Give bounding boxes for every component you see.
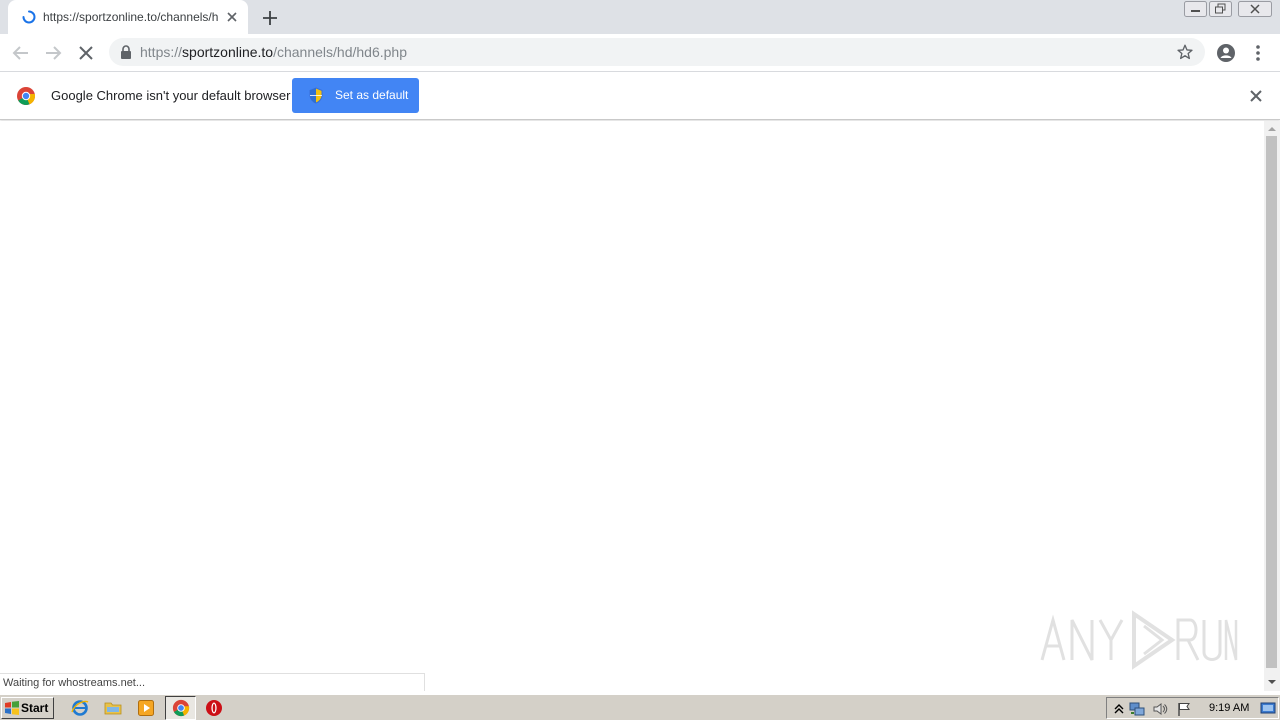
loading-spinner-icon — [22, 10, 36, 24]
infobar-message: Google Chrome isn't your default browser — [51, 88, 291, 103]
show-desktop-icon[interactable] — [1260, 700, 1276, 716]
vertical-scrollbar[interactable] — [1264, 121, 1280, 691]
url-path: /channels/hd/hd6.php — [273, 44, 407, 60]
taskbar-chrome-button[interactable] — [165, 696, 196, 720]
tab-active[interactable]: https://sportzonline.to/channels/hd/hd6.… — [8, 0, 248, 34]
clock[interactable]: 9:19 AM — [1209, 702, 1249, 715]
url-scheme: https:// — [140, 44, 183, 60]
bookmark-star-icon[interactable] — [1176, 43, 1194, 61]
start-button[interactable]: Start — [1, 697, 54, 719]
close-icon[interactable] — [224, 9, 240, 25]
system-tray: 9:19 AM — [1106, 697, 1279, 719]
internet-explorer-icon[interactable] — [71, 699, 89, 717]
lock-icon[interactable] — [120, 45, 132, 59]
tab-title: https://sportzonline.to/channels/hd/hd6.… — [43, 10, 219, 24]
restore-window-button[interactable] — [1209, 1, 1232, 17]
media-player-icon[interactable] — [137, 699, 155, 717]
action-center-flag-icon[interactable] — [1176, 701, 1192, 717]
new-tab-button[interactable] — [260, 8, 280, 28]
stop-loading-button[interactable] — [74, 41, 98, 65]
profile-icon[interactable] — [1215, 42, 1237, 64]
minimize-window-button[interactable] — [1184, 1, 1207, 17]
close-icon[interactable] — [1248, 88, 1264, 104]
browser-toolbar: https://sportzonline.to/channels/hd/hd6.… — [0, 34, 1280, 71]
anyrun-watermark-logo — [1040, 610, 1238, 670]
chrome-logo-icon — [17, 87, 36, 106]
start-label: Start — [21, 701, 49, 715]
opera-icon[interactable] — [205, 699, 223, 717]
forward-button[interactable] — [41, 41, 65, 65]
set-as-default-label: Set as default — [335, 88, 409, 102]
network-icon[interactable] — [1129, 701, 1145, 717]
close-window-button[interactable] — [1238, 1, 1272, 17]
address-bar[interactable]: https://sportzonline.to/channels/hd/hd6.… — [109, 38, 1205, 66]
kebab-menu-icon[interactable] — [1248, 42, 1268, 64]
scroll-down-arrow-icon[interactable] — [1264, 676, 1280, 688]
back-button[interactable] — [9, 41, 33, 65]
url-text[interactable]: https://sportzonline.to/channels/hd/hd6.… — [140, 43, 407, 61]
scrollbar-thumb[interactable] — [1266, 136, 1277, 668]
folder-icon[interactable] — [104, 699, 122, 717]
taskbar: Start 9:19 AM — [0, 694, 1280, 720]
chrome-icon — [172, 699, 190, 717]
default-browser-infobar: Google Chrome isn't your default browser… — [0, 72, 1280, 120]
windows-flag-icon — [5, 701, 19, 715]
scroll-up-arrow-icon[interactable] — [1264, 123, 1280, 135]
volume-icon[interactable] — [1152, 701, 1168, 717]
tab-strip: https://sportzonline.to/channels/hd/hd6.… — [0, 0, 1280, 34]
chevron-up-icon[interactable] — [1111, 701, 1127, 717]
set-as-default-button[interactable]: Set as default — [292, 78, 419, 113]
url-host: sportzonline.to — [182, 44, 274, 60]
status-bubble: Waiting for whostreams.net... — [0, 673, 425, 691]
shield-icon — [309, 87, 323, 104]
